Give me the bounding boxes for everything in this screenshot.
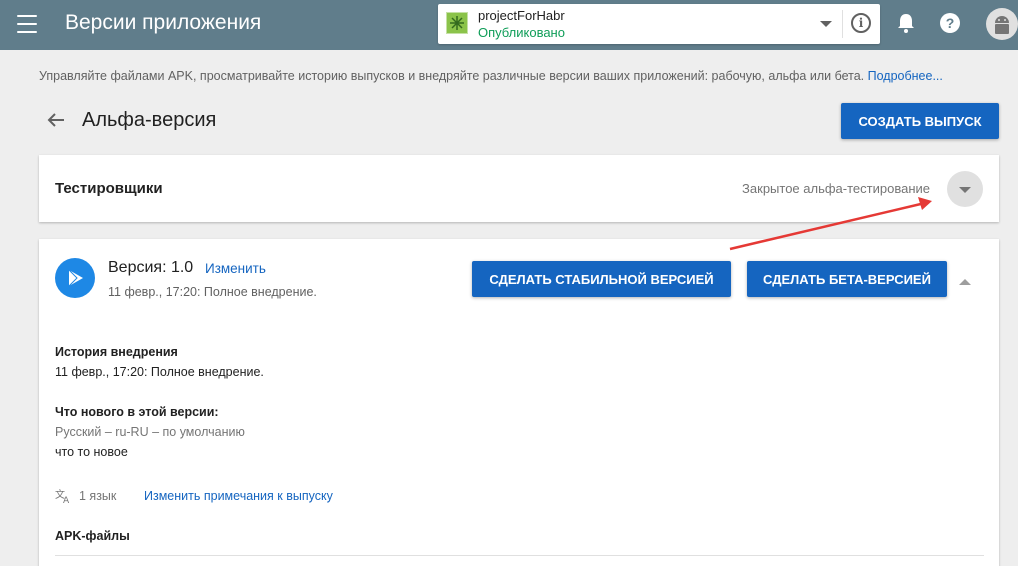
avatar[interactable] — [986, 8, 1018, 40]
page-header-title: Версии приложения — [65, 11, 262, 34]
translate-icon: 文 A — [55, 488, 70, 504]
chevron-down-icon[interactable] — [820, 21, 832, 27]
divider — [842, 10, 843, 38]
app-icon — [446, 12, 468, 34]
play-store-icon — [55, 258, 95, 298]
description-text: Управляйте файлами APK, просматривайте и… — [39, 69, 868, 83]
rollout-history-title: История внедрения — [55, 345, 178, 359]
app-name: projectForHabr — [478, 8, 565, 23]
version-label: Версия: 1.0 — [108, 259, 194, 276]
divider — [55, 555, 984, 556]
whats-new-text: что то новое — [55, 445, 128, 459]
app-selector[interactable]: projectForHabr Опубликовано i — [438, 4, 880, 44]
android-icon — [995, 16, 1009, 34]
make-stable-button[interactable]: СДЕЛАТЬ СТАБИЛЬНОЙ ВЕРСИЕЙ — [472, 261, 731, 297]
edit-version-link[interactable]: Изменить — [205, 261, 266, 276]
page-title: Альфа-версия — [82, 109, 217, 131]
svg-text:A: A — [63, 496, 70, 504]
chevron-up-icon[interactable] — [959, 279, 971, 285]
testers-card: Тестировщики Закрытое альфа-тестирование — [39, 155, 999, 222]
expand-testers-button[interactable] — [947, 171, 983, 207]
testing-mode: Закрытое альфа-тестирование — [742, 181, 930, 196]
info-icon[interactable]: i — [851, 13, 871, 33]
bell-icon[interactable] — [896, 12, 916, 34]
back-arrow-icon[interactable] — [46, 110, 66, 130]
make-beta-button[interactable]: СДЕЛАТЬ БЕТА-ВЕРСИЕЙ — [747, 261, 947, 297]
whats-new-language: Русский – ru-RU – по умолчанию — [55, 425, 245, 439]
top-app-bar: Версии приложения projectForHabr Опублик… — [0, 0, 1018, 50]
version-subtitle: 11 февр., 17:20: Полное внедрение. — [108, 285, 317, 299]
language-count: 1 язык — [79, 489, 117, 503]
create-release-button[interactable]: СОЗДАТЬ ВЫПУСК — [841, 103, 999, 139]
page-description: Управляйте файлами APK, просматривайте и… — [39, 69, 943, 83]
rollout-history-text: 11 февр., 17:20: Полное внедрение. — [55, 365, 264, 379]
learn-more-link[interactable]: Подробнее... — [868, 69, 943, 83]
apk-files-title: APK-файлы — [55, 529, 130, 543]
help-icon[interactable]: ? — [940, 13, 960, 33]
menu-icon[interactable] — [17, 15, 37, 33]
edit-release-notes-link[interactable]: Изменить примечания к выпуску — [144, 489, 333, 503]
app-status: Опубликовано — [478, 25, 565, 40]
version-card: Версия: 1.0 Изменить 11 февр., 17:20: По… — [39, 239, 999, 566]
whats-new-title: Что нового в этой версии: — [55, 405, 219, 419]
testers-title: Тестировщики — [55, 180, 163, 197]
